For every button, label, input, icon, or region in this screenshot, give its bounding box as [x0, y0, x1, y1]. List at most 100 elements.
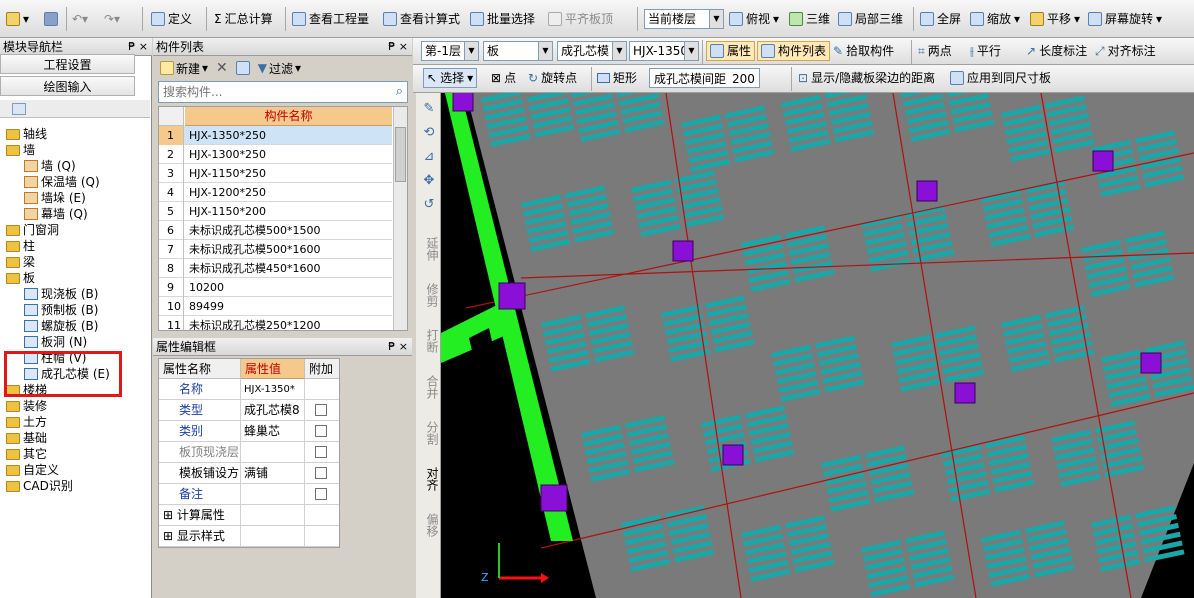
tool-3[interactable]: 合并	[419, 375, 439, 399]
tool-icon[interactable]: ⟲	[421, 125, 437, 141]
tool-2[interactable]: 打断	[419, 329, 439, 353]
table-row[interactable]: 1 HJX-1350*250	[159, 126, 392, 145]
table-row[interactable]: 3 HJX-1150*250	[159, 164, 392, 183]
view-formula-button[interactable]: 查看计算式	[383, 9, 460, 29]
property-row[interactable]: 模板铺设方 满铺	[159, 463, 339, 484]
tree-item[interactable]: 墙垛 (E)	[24, 190, 86, 206]
current-floor-select[interactable]: 当前楼层 ▼	[644, 9, 724, 29]
rectangle-button[interactable]: 矩形	[597, 68, 637, 88]
3d-button[interactable]: 三维	[789, 9, 830, 29]
property-value[interactable]	[241, 505, 305, 526]
tree-item[interactable]: 墙 (Q)	[24, 158, 76, 174]
tool-6[interactable]: 偏移	[419, 513, 439, 537]
project-settings-button[interactable]: 工程设置	[0, 54, 135, 74]
drawing-canvas[interactable]: Z	[441, 93, 1194, 598]
tree-item[interactable]: 基础	[6, 430, 47, 446]
drawing-input-button[interactable]: 绘图输入	[0, 76, 135, 96]
select-button[interactable]: ↖ 选择 ▾	[423, 68, 478, 88]
tree-item[interactable]: 门窗洞	[6, 222, 59, 238]
apply-same-size-button[interactable]: 应用到同尺寸板	[950, 68, 1051, 88]
property-row[interactable]: 名称 HJX-1350*	[159, 379, 339, 400]
table-row[interactable]: 5 HJX-1150*200	[159, 202, 392, 221]
property-value[interactable]	[241, 526, 305, 547]
show-hide-distance-button[interactable]: ⊡ 显示/隐藏板梁边的距离	[798, 68, 935, 88]
table-row[interactable]: 6 未标识成孔芯模500*1500	[159, 221, 392, 240]
attach-checkbox[interactable]	[315, 488, 327, 500]
point-button[interactable]: ⊠ 点	[491, 68, 516, 88]
search-input[interactable]	[159, 82, 379, 102]
table-row[interactable]: 11 未标识成孔芯模250*1200	[159, 316, 392, 330]
attach-checkbox[interactable]	[315, 446, 327, 458]
property-row[interactable]: 备注	[159, 484, 339, 505]
category-select[interactable]: 板 ▼	[483, 41, 553, 61]
attach-checkbox[interactable]	[315, 425, 327, 437]
property-row[interactable]: ⊞ 计算属性	[159, 505, 339, 526]
tree-item[interactable]: 柱	[6, 238, 35, 254]
expand-icon[interactable]: ⊞	[163, 529, 177, 543]
property-value[interactable]: 满铺	[241, 463, 305, 484]
view-quantity-button[interactable]: 查看工程量	[292, 9, 369, 29]
table-row[interactable]: 9 10200	[159, 278, 392, 297]
tool-4[interactable]: 分割	[419, 421, 439, 445]
tree-item[interactable]: 土方	[6, 414, 47, 430]
tree-item[interactable]: CAD识别	[6, 478, 73, 494]
tree-item[interactable]: 保温墙 (Q)	[24, 174, 100, 190]
undo-icon[interactable]: ↶▾	[72, 9, 88, 29]
filter-button[interactable]: ▼ 过滤 ▾	[258, 60, 301, 77]
collapse-icon[interactable]	[12, 103, 26, 115]
property-value[interactable]: 蜂巢芯	[241, 421, 305, 442]
tree-item[interactable]: 梁	[6, 254, 35, 270]
screen-rotate-button[interactable]: 屏幕旋转 ▾	[1088, 9, 1162, 29]
copy-icon[interactable]	[235, 61, 250, 75]
tree-item[interactable]: 自定义	[6, 462, 59, 478]
tool-0[interactable]: 延伸	[419, 237, 439, 261]
table-row[interactable]: 10 89499	[159, 297, 392, 316]
table-row[interactable]: 7 未标识成孔芯模500*1600	[159, 240, 392, 259]
table-row[interactable]: 4 HJX-1200*250	[159, 183, 392, 202]
length-dim-button[interactable]: ↗ 长度标注	[1026, 41, 1087, 61]
batch-select-button[interactable]: 批量选择	[470, 9, 535, 29]
pick-component-button[interactable]: ✎ 拾取构件	[833, 41, 894, 61]
property-value[interactable]: HJX-1350*	[241, 379, 305, 400]
expand-icon[interactable]: ⊞	[163, 508, 177, 522]
tree-item[interactable]: 板	[6, 270, 35, 286]
type-select[interactable]: 成孔芯模 ▼	[557, 41, 627, 61]
rotate-point-button[interactable]: ↻ 旋转点	[528, 68, 577, 88]
property-row[interactable]: ⊞ 显示样式	[159, 526, 339, 547]
delete-icon[interactable]: ✕	[216, 60, 228, 76]
fullscreen-button[interactable]: 全屏	[920, 9, 961, 29]
tree-item[interactable]: 螺旋板 (B)	[24, 318, 98, 334]
pin-icon[interactable]: ₱ ×	[388, 338, 408, 356]
property-value[interactable]: 成孔芯模8	[241, 400, 305, 421]
properties-button[interactable]: 属性	[706, 41, 756, 61]
tree-item[interactable]: 幕墙 (Q)	[24, 206, 88, 222]
parallel-button[interactable]: ⫲ 平行	[970, 41, 1001, 61]
property-value[interactable]	[241, 442, 305, 463]
new-button[interactable]: 新建 ▾	[160, 60, 208, 77]
two-points-button[interactable]: ⌗ 两点	[918, 41, 952, 61]
component-list-button[interactable]: 构件列表	[757, 41, 831, 61]
tool-icon[interactable]: ✥	[421, 173, 437, 189]
tree-item[interactable]: 装修	[6, 398, 47, 414]
attach-checkbox[interactable]	[315, 404, 327, 416]
property-row[interactable]: 板顶现浇层	[159, 442, 339, 463]
tree-item[interactable]: 墙	[6, 142, 35, 158]
search-icon[interactable]: ⌕	[396, 84, 403, 99]
tree-item[interactable]: 轴线	[6, 126, 47, 142]
summary-calc-button[interactable]: Σ 汇总计算	[214, 9, 273, 29]
table-row[interactable]: 2 HJX-1300*250	[159, 145, 392, 164]
property-row[interactable]: 类别 蜂巢芯	[159, 421, 339, 442]
tool-icon[interactable]: ↺	[421, 197, 437, 213]
redo-icon[interactable]: ↷▾	[104, 9, 120, 29]
tool-icon[interactable]: ✎	[421, 101, 437, 117]
open-icon[interactable]: ▾	[6, 9, 29, 29]
align-slab-top-button[interactable]: 平齐板顶	[548, 9, 613, 29]
tree-item[interactable]: 预制板 (B)	[24, 302, 98, 318]
tree-item[interactable]: 现浇板 (B)	[24, 286, 98, 302]
save-icon[interactable]	[44, 9, 58, 29]
tree-item[interactable]: 其它	[6, 446, 47, 462]
property-value[interactable]	[241, 484, 305, 505]
top-view-button[interactable]: 俯视 ▾	[729, 9, 779, 29]
component-select[interactable]: HJX-1350 ▼	[629, 41, 699, 61]
tool-icon[interactable]: ⊿	[421, 149, 437, 165]
